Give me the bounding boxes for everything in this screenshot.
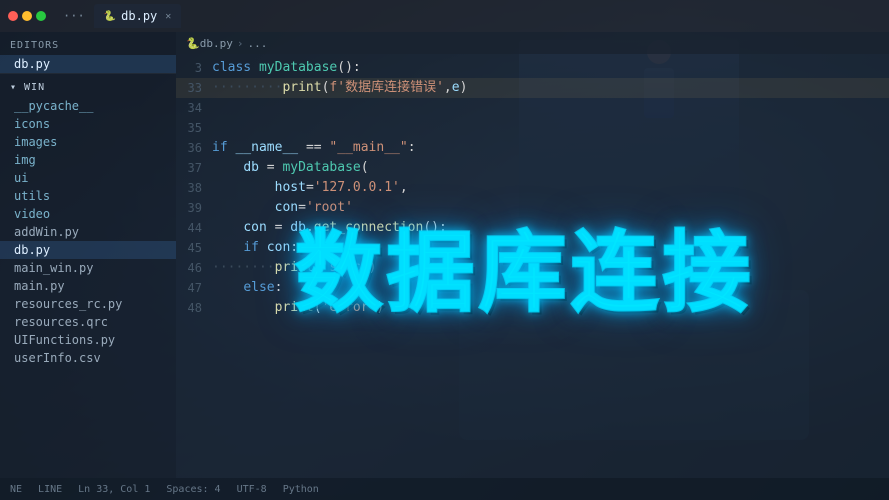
tab-close-icon[interactable]: ✕ xyxy=(165,11,171,22)
code-line-33: 33 ·········print(f'数据库连接错误',e) xyxy=(176,78,889,98)
line-num-37: 37 xyxy=(176,158,212,178)
status-spaces: Spaces: 4 xyxy=(166,484,220,495)
line-num-35: 35 xyxy=(176,118,212,138)
code-line-39: 39 con='root' xyxy=(176,198,889,218)
code-line-35: 35 xyxy=(176,118,889,138)
line-content-39: con='root' xyxy=(212,198,889,218)
sidebar-item-video[interactable]: video xyxy=(0,205,176,223)
editors-section-label: EDITORS xyxy=(0,32,176,55)
line-content-38: host='127.0.0.1', xyxy=(212,178,889,198)
python-icon: 🐍 xyxy=(104,11,116,22)
line-num-36: 36 xyxy=(176,138,212,158)
breadcrumb-bar: 🐍 db.py › ... xyxy=(176,32,889,54)
line-num-3: 3 xyxy=(176,58,212,78)
code-line-34: 34 xyxy=(176,98,889,118)
line-num-38: 38 xyxy=(176,178,212,198)
line-content-33: ·········print(f'数据库连接错误',e) xyxy=(212,78,889,98)
sidebar-item-db-py-editors[interactable]: db.py xyxy=(0,55,176,73)
sidebar-item-resources-rc[interactable]: resources_rc.py xyxy=(0,295,176,313)
sidebar-item-resources-qrc[interactable]: resources.qrc xyxy=(0,313,176,331)
breadcrumb-path: ... xyxy=(247,37,267,50)
line-num-34: 34 xyxy=(176,98,212,118)
tab-label: db.py xyxy=(121,9,157,23)
tab-bar: 🐍 db.py ✕ xyxy=(94,4,182,28)
status-encoding: UTF-8 xyxy=(237,484,267,495)
line-num-46: 46 xyxy=(176,258,212,278)
sidebar-item-images[interactable]: images xyxy=(0,133,176,151)
sidebar-item-pycache[interactable]: __pycache__ xyxy=(0,97,176,115)
code-lines: 3 class myDatabase(): 33 ·········print(… xyxy=(176,54,889,322)
close-button[interactable] xyxy=(8,11,18,21)
sidebar-item-uifunctions[interactable]: UIFunctions.py xyxy=(0,331,176,349)
window-controls xyxy=(8,11,46,21)
tab-db-py[interactable]: 🐍 db.py ✕ xyxy=(94,4,182,28)
code-line-3: 3 class myDatabase(): xyxy=(176,58,889,78)
code-view[interactable]: 3 class myDatabase(): 33 ·········print(… xyxy=(176,54,889,478)
code-line-47: 47 else: xyxy=(176,278,889,298)
sidebar-item-icons[interactable]: icons xyxy=(0,115,176,133)
main-area: EDITORS db.py ▾ WIN __pycache__ icons im… xyxy=(0,32,889,478)
line-content-46: ········print('succ') xyxy=(212,258,889,278)
code-line-46: 46 ········print('succ') xyxy=(176,258,889,278)
line-content-36: if __name__ == "__main__": xyxy=(212,138,889,158)
status-lang: Python xyxy=(283,484,319,495)
line-num-33: 33 xyxy=(176,78,212,98)
code-line-38: 38 host='127.0.0.1', xyxy=(176,178,889,198)
minimize-button[interactable] xyxy=(22,11,32,21)
win-section-label[interactable]: ▾ WIN xyxy=(0,73,176,97)
status-ne: NE xyxy=(10,484,22,495)
status-ln-col: Ln 33, Col 1 xyxy=(78,484,150,495)
line-content-3: class myDatabase(): xyxy=(212,58,889,78)
sidebar: EDITORS db.py ▾ WIN __pycache__ icons im… xyxy=(0,32,176,478)
breadcrumb-python-icon: 🐍 xyxy=(186,37,200,50)
sidebar-item-ui[interactable]: ui xyxy=(0,169,176,187)
tab-overflow-icon[interactable]: ··· xyxy=(58,9,90,23)
sidebar-item-addwin[interactable]: addWin.py xyxy=(0,223,176,241)
code-line-44: 44 con = db.get_connection(); xyxy=(176,218,889,238)
line-num-44: 44 xyxy=(176,218,212,238)
maximize-button[interactable] xyxy=(36,11,46,21)
line-content-37: db = myDatabase( xyxy=(212,158,889,178)
line-num-48: 48 xyxy=(176,298,212,318)
status-line: LINE xyxy=(38,484,62,495)
line-num-45: 45 xyxy=(176,238,212,258)
line-content-45: if con: xyxy=(212,238,889,258)
title-bar: ··· 🐍 db.py ✕ xyxy=(0,0,889,32)
line-num-47: 47 xyxy=(176,278,212,298)
line-content-44: con = db.get_connection(); xyxy=(212,218,889,238)
line-num-39: 39 xyxy=(176,198,212,218)
sidebar-item-img[interactable]: img xyxy=(0,151,176,169)
breadcrumb-file: db.py xyxy=(200,37,233,50)
status-items: NE LINE Ln 33, Col 1 Spaces: 4 UTF-8 Pyt… xyxy=(10,484,319,495)
breadcrumb-separator: › xyxy=(237,37,244,50)
sidebar-item-mainwin[interactable]: main_win.py xyxy=(0,259,176,277)
editor-area: 🐍 db.py › ... 3 class myDatabase(): 33 ·… xyxy=(176,32,889,478)
code-line-45: 45 if con: xyxy=(176,238,889,258)
line-content-48: print('error') xyxy=(212,298,889,318)
code-line-36: 36 if __name__ == "__main__": xyxy=(176,138,889,158)
code-line-48: 48 print('error') xyxy=(176,298,889,318)
sidebar-item-userinfo[interactable]: userInfo.csv xyxy=(0,349,176,367)
ide-container: ··· 🐍 db.py ✕ EDITORS db.py ▾ WIN __pyca… xyxy=(0,0,889,500)
code-line-37: 37 db = myDatabase( xyxy=(176,158,889,178)
status-bar: NE LINE Ln 33, Col 1 Spaces: 4 UTF-8 Pyt… xyxy=(0,478,889,500)
sidebar-item-main[interactable]: main.py xyxy=(0,277,176,295)
sidebar-item-utils[interactable]: utils xyxy=(0,187,176,205)
line-content-47: else: xyxy=(212,278,889,298)
sidebar-item-db-py[interactable]: db.py xyxy=(0,241,176,259)
